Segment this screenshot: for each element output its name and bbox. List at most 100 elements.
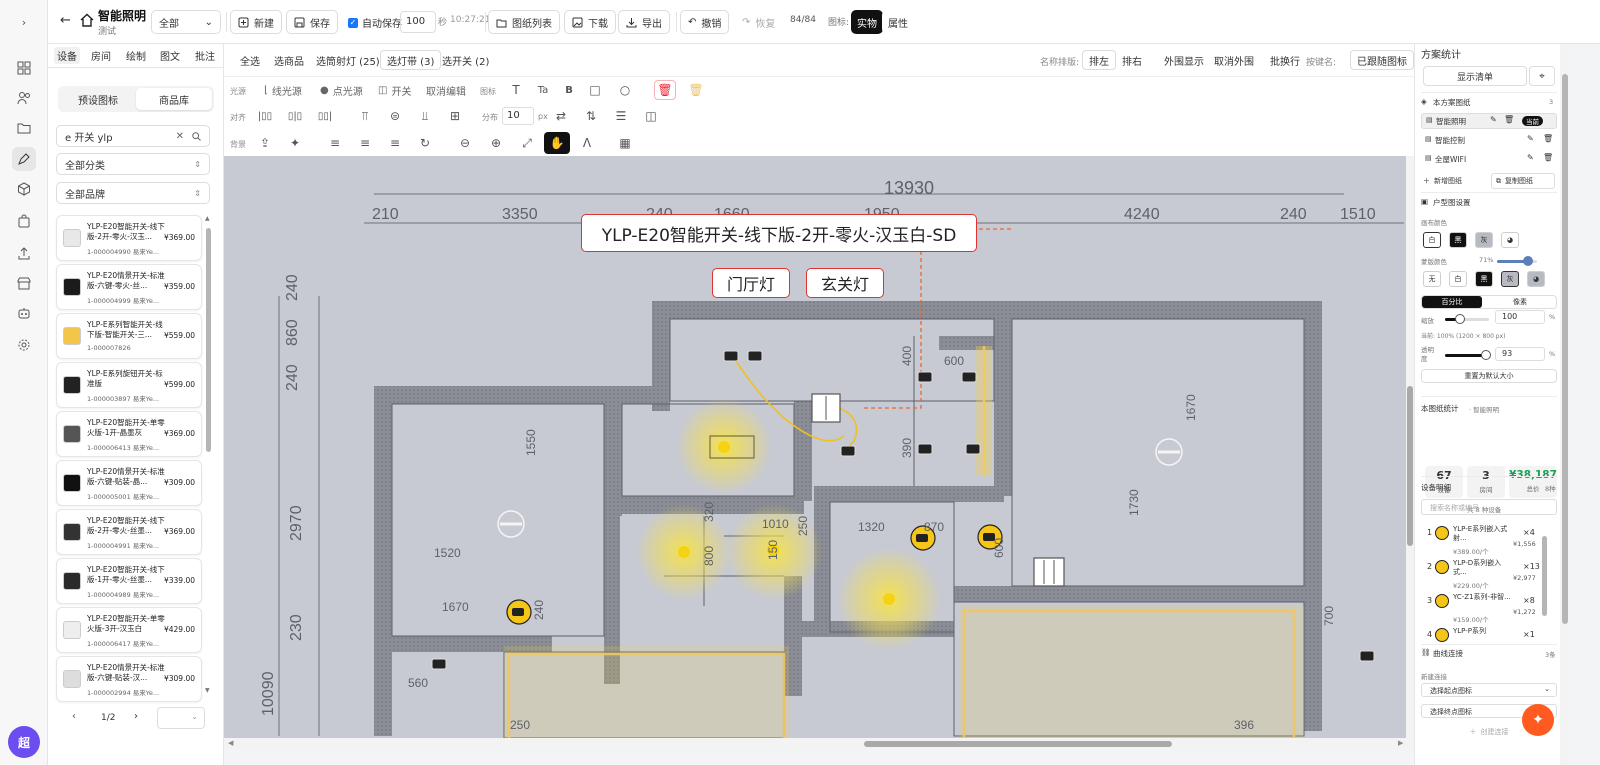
grid-align-icon[interactable]: ⊞ (444, 106, 466, 126)
ai-assistant-sparkle-icon[interactable]: ✦ (1522, 704, 1554, 736)
copy-drawing-button[interactable]: ⧉ 复制图纸 (1491, 173, 1555, 189)
align-vcenter-icon[interactable]: ⊜ (384, 106, 406, 126)
mask-none[interactable]: 无 (1423, 271, 1441, 287)
product-card[interactable]: YLP-E系列智能开关-线下版-智能开关-三... 1-000007826 ¥559… (56, 313, 202, 359)
scope-select[interactable]: 全部 ⌄ (151, 10, 221, 34)
canvas-vscroll-thumb[interactable] (1407, 386, 1413, 546)
clear-icon[interactable]: ✕ (176, 131, 184, 142)
settings-gear-icon[interactable] (12, 333, 36, 357)
upload-background-icon[interactable]: ⇪ (254, 133, 276, 153)
autosave-interval-input[interactable]: 100 (400, 11, 436, 33)
delete-trash-icon[interactable]: 🗑 (654, 80, 676, 100)
select-products-button[interactable]: 选商品 (268, 50, 310, 70)
zoom-out-icon[interactable]: ⊖ (454, 133, 476, 153)
mode-real-button[interactable]: 实物 (851, 10, 883, 34)
design-pen-icon[interactable] (12, 147, 36, 171)
next-page-icon[interactable]: › (134, 711, 138, 722)
robot-icon[interactable] (12, 301, 36, 325)
delete-icon[interactable]: 🗑 (1504, 115, 1514, 124)
product-card[interactable]: YLP-E20智能开关-线下版-1开-零火-丝墨... 1-000004989 易… (56, 558, 202, 604)
zoom-input[interactable]: 100 (1495, 310, 1545, 324)
reset-size-button[interactable]: 重置为默认大小 (1421, 369, 1557, 383)
tab-room[interactable]: 房间 (91, 48, 111, 63)
product-card[interactable]: YLP-E20智能开关-线下版-2开-零火-丝墨... 1-000004991 易… (56, 509, 202, 555)
zoom-slider-handle[interactable] (1455, 314, 1466, 324)
align-top-icon[interactable]: ⫪ (354, 106, 376, 126)
start-icon-select[interactable]: 选择起点图标 ⌄ (1421, 683, 1557, 697)
mask-black[interactable]: 黑 (1475, 271, 1493, 287)
product-label-main[interactable]: YLP-E20智能开关-线下版-2开-零火-汉玉白-SD (581, 214, 977, 252)
select-lightstrips-button[interactable]: 选灯带 (3) (380, 50, 442, 70)
show-list-button[interactable]: 显示清单 (1423, 66, 1527, 86)
stack-icon[interactable]: ☰ (610, 106, 632, 126)
text-align-left-icon[interactable]: ≡ (324, 133, 346, 153)
batch-wrap-button[interactable]: 批换行 (1264, 50, 1306, 70)
product-card[interactable]: YLP-E20情景开关-标准版-六键-贴装-晶... 1-000005001 易来… (56, 460, 202, 506)
opacity-input[interactable]: 93 (1495, 347, 1545, 361)
table-grid-icon[interactable]: ▦ (614, 133, 636, 153)
columns-icon[interactable]: ◫ (640, 106, 662, 126)
distribute-horizontal-icon[interactable]: ⇄ (550, 106, 572, 126)
mask-slider-handle[interactable] (1523, 256, 1533, 266)
new-drawing-button[interactable]: ＋ 新增图纸 (1423, 173, 1489, 189)
device-search-input[interactable]: 搜索名称或编号 (1421, 499, 1557, 515)
mask-slider[interactable] (1497, 256, 1537, 266)
font-size-icon[interactable]: Ta (532, 80, 554, 100)
new-button[interactable]: 新建 (230, 10, 282, 34)
canvas-color-white[interactable]: 白 (1423, 232, 1441, 248)
device-row[interactable]: 1 YLP-E系列嵌入式射... ¥389.00/个 ×4 ¥1,556 (1427, 524, 1553, 558)
clear-trash-icon[interactable]: 🗑 (685, 80, 707, 100)
device-row[interactable]: 2 YLP-D系列嵌入式... ¥229.00/个 ×13 ¥2,977 (1427, 558, 1553, 592)
canvas-hscroll-thumb[interactable] (864, 741, 1172, 747)
product-list-scrollbar[interactable] (206, 228, 211, 452)
fit-screen-icon[interactable]: ⤢ (516, 133, 538, 153)
opacity-slider-handle[interactable] (1480, 350, 1491, 360)
text-align-center-icon[interactable]: ≡ (354, 133, 376, 153)
show-outer-button[interactable]: 外围显示 (1158, 50, 1210, 70)
save-button[interactable]: 保存 (286, 10, 338, 34)
canvas-color-black[interactable]: 黑 (1449, 232, 1467, 248)
align-bottom-icon[interactable]: ⫫ (414, 106, 436, 126)
pan-hand-icon[interactable]: ✋ (544, 132, 570, 154)
mask-gray[interactable]: 灰 (1501, 271, 1519, 287)
scroll-up-icon[interactable]: ▲ (205, 215, 210, 222)
drawing-item[interactable]: ▤ 全屋WIFI ✎ 🗑 (1421, 152, 1557, 168)
edit-pencil-icon[interactable]: ✎ (1527, 153, 1534, 162)
page-size-select[interactable]: ⌄ (157, 707, 205, 729)
product-card[interactable]: YLP-E20情景开关-标准版-六键-零火-丝... 1-000004999 易来… (56, 264, 202, 310)
store-icon[interactable] (12, 271, 36, 295)
bold-icon[interactable]: B (558, 80, 580, 100)
text-tool-icon[interactable]: T (505, 80, 527, 100)
delete-icon[interactable]: 🗑 (1543, 134, 1553, 143)
circle-icon[interactable]: ○ (614, 80, 636, 100)
export-button[interactable]: 导出 (618, 10, 670, 34)
back-arrow-icon[interactable]: ← (60, 13, 71, 28)
download-button[interactable]: 下载 (564, 10, 616, 34)
switch-button[interactable]: ◫ 开关 (372, 80, 417, 100)
category-select[interactable]: 全部分类 ⇕ (56, 153, 210, 175)
product-card[interactable]: YLP-E20情景开关-标准版-六键-贴装-汉... 1-000002994 易来… (56, 656, 202, 702)
arrange-left-button[interactable]: 排左 (1082, 50, 1116, 70)
mode-attr-button[interactable]: 属性 (882, 10, 914, 34)
product-card[interactable]: YLP-E20智能开关-单零火版-1开-晶墨灰 1-000006413 易来Ye.… (56, 411, 202, 457)
tab-graphic[interactable]: 图文 (160, 48, 180, 63)
point-light-button[interactable]: ● 点光源 (314, 80, 369, 100)
user-avatar[interactable]: 超 (8, 726, 40, 758)
refresh-icon[interactable]: ↻ (414, 133, 436, 153)
scroll-left-icon[interactable]: ◀ (228, 739, 233, 747)
rectangle-icon[interactable]: □ (584, 80, 606, 100)
opacity-slider[interactable] (1445, 350, 1491, 360)
palette-icon[interactable]: ◕ (1501, 232, 1519, 248)
device-list-scrollbar[interactable] (1542, 536, 1547, 616)
edit-pencil-icon[interactable]: ✎ (1527, 134, 1534, 143)
cancel-edit-button[interactable]: 取消编辑 (420, 80, 472, 100)
tab-annotation[interactable]: 批注 (195, 48, 215, 63)
unit-pixel-tab[interactable]: 像素 (1484, 296, 1556, 308)
drawing-item[interactable]: ▤ 智能控制 ✎ 🗑 (1421, 133, 1557, 149)
product-label-a[interactable]: 门厅灯 (712, 268, 790, 298)
users-icon[interactable] (12, 86, 36, 110)
drawing-item-current[interactable]: ▤ 智能照明 ✎ 🗑 当前 (1421, 113, 1557, 129)
select-downlights-button[interactable]: 选筒射灯 (25) (310, 50, 386, 70)
cube-icon[interactable] (12, 177, 36, 201)
brand-select[interactable]: 全部品牌 ⇕ (56, 182, 210, 204)
